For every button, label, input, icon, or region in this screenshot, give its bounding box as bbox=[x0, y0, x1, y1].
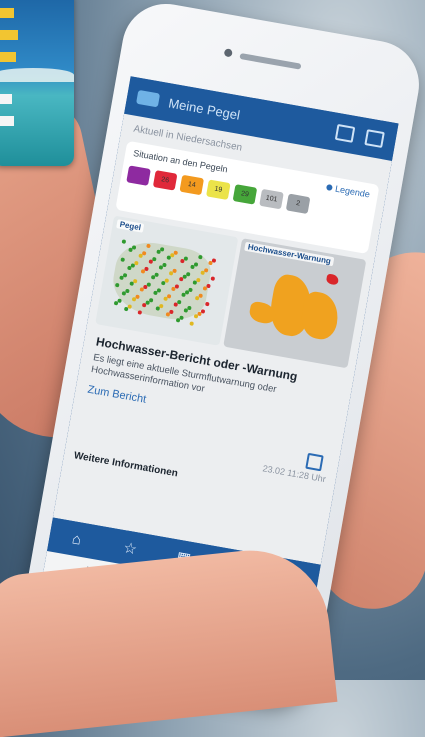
pegel-map-label: Pegel bbox=[116, 219, 145, 233]
front-camera-icon bbox=[223, 48, 233, 58]
legend-label: Legende bbox=[334, 183, 371, 200]
status-chip[interactable]: 19 bbox=[206, 179, 231, 201]
home-icon[interactable]: ⌂ bbox=[60, 528, 92, 550]
status-chip[interactable] bbox=[126, 165, 151, 186]
star-icon[interactable]: ☆ bbox=[114, 537, 147, 560]
map-toggle-icon[interactable] bbox=[364, 129, 385, 149]
report-link[interactable]: Zum Bericht bbox=[87, 384, 147, 406]
background-hand-bottom bbox=[0, 542, 338, 737]
warning-map[interactable]: Hochwasser-Warnung bbox=[223, 238, 367, 369]
status-chip[interactable]: 14 bbox=[179, 174, 205, 196]
speaker-grill bbox=[239, 52, 302, 70]
more-info-heading: Weitere Informationen bbox=[72, 450, 179, 480]
app-logo-icon bbox=[136, 89, 161, 108]
refresh-icon[interactable] bbox=[334, 123, 356, 143]
status-chip[interactable]: 101 bbox=[259, 188, 284, 210]
status-chip[interactable]: 2 bbox=[285, 193, 311, 215]
status-chip[interactable]: 26 bbox=[152, 170, 178, 191]
pegel-map[interactable]: Pegel bbox=[95, 215, 239, 346]
main-content: Aktuell in Niedersachsen Situation an de… bbox=[52, 113, 392, 565]
info-dot-icon bbox=[325, 183, 333, 191]
status-chip[interactable]: 29 bbox=[232, 184, 258, 205]
legend-link[interactable]: Legende bbox=[325, 182, 371, 200]
app-logo-tile bbox=[0, 0, 74, 166]
open-external-icon[interactable] bbox=[305, 452, 324, 472]
